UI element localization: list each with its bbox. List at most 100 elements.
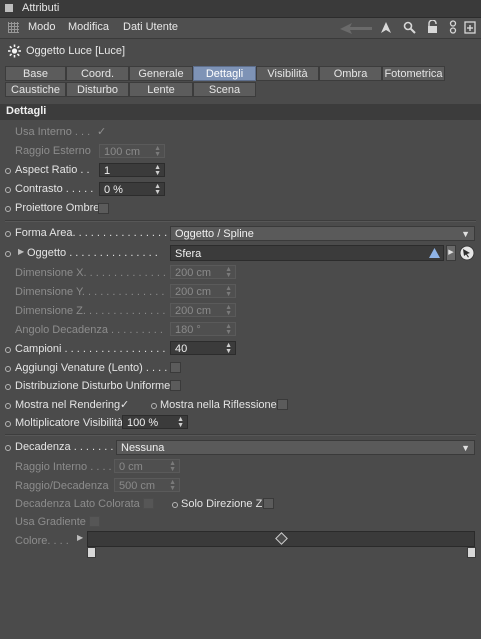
light-object-icon xyxy=(8,44,21,58)
usa-interno-check[interactable]: ✓ xyxy=(97,125,106,138)
tab-caustiche[interactable]: Caustiche xyxy=(5,82,66,97)
dim-z-label: Dimensione Z. . . . . . . . . . . . . . xyxy=(15,305,166,317)
raggio-decadenza-field[interactable]: 500 cm ▲ ▼ xyxy=(114,478,180,492)
tab-scena[interactable]: Scena xyxy=(193,82,256,97)
contrasto-field[interactable]: 0 % ▲ ▼ xyxy=(99,182,165,196)
distribuzione-anim-dot[interactable] xyxy=(5,384,11,390)
lock-icon[interactable] xyxy=(427,20,438,34)
raggio-esterno-field[interactable]: 100 cm ▲ ▼ xyxy=(99,144,165,158)
arrow-left-icon[interactable] xyxy=(338,21,374,35)
expand-arrow-icon[interactable]: ▶ xyxy=(18,247,24,256)
molt-visibilita-anim-dot[interactable] xyxy=(5,421,11,427)
dim-y-value: 200 cm xyxy=(175,286,212,298)
angolo-field[interactable]: 180 ° ▲ ▼ xyxy=(170,322,236,336)
raggio-interno-field[interactable]: 0 cm ▲ ▼ xyxy=(114,459,180,473)
tab-fotometrica[interactable]: Fotometrica xyxy=(382,66,445,81)
mostra-riflessione-checkbox[interactable] xyxy=(277,399,288,410)
divider xyxy=(5,434,476,436)
proiettore-ombre-anim-dot[interactable] xyxy=(5,206,11,212)
solo-direzione-label: Solo Direzione Z xyxy=(181,498,263,510)
usa-interno-label: Usa Interno . . . xyxy=(15,126,91,138)
window-icon xyxy=(5,4,13,12)
window-titlebar: Attributi xyxy=(0,0,481,18)
mostra-rendering-label: Mostra nel Rendering xyxy=(15,399,121,411)
dim-y-field[interactable]: 200 cm ▲ ▼ xyxy=(170,284,236,298)
decadenza-anim-dot[interactable] xyxy=(5,445,11,451)
raggio-esterno-value: 100 cm xyxy=(104,146,141,158)
gradient-knot-left[interactable] xyxy=(87,547,96,558)
forma-area-value: Oggetto / Spline xyxy=(175,228,254,240)
expand-arrow-icon[interactable]: ▶ xyxy=(77,533,83,542)
section-title: Dettagli xyxy=(6,105,47,117)
oggetto-label: Oggetto . . . . . . . . . . . . . . . xyxy=(27,247,158,259)
tab-base[interactable]: Base xyxy=(5,66,66,81)
dim-x-label: Dimensione X. . . . . . . . . . . . . . xyxy=(15,267,166,279)
colore-label: Colore. . . . xyxy=(15,535,69,547)
window-title: Attributi xyxy=(22,2,60,14)
dim-x-value: 200 cm xyxy=(175,267,212,279)
distribuzione-label: Distribuzione Disturbo Uniforme xyxy=(15,380,171,392)
cursor-icon[interactable] xyxy=(380,21,392,34)
distribuzione-checkbox[interactable] xyxy=(170,380,181,391)
mostra-riflessione-anim-dot[interactable] xyxy=(151,403,157,409)
section-header: Dettagli xyxy=(0,104,481,120)
menu-dati-utente[interactable]: Dati Utente xyxy=(123,21,178,33)
campioni-field[interactable]: 40 ▲ ▼ xyxy=(170,341,236,355)
mostra-rendering-check[interactable]: ✓ xyxy=(120,398,129,411)
aspect-ratio-field[interactable]: 1 ▲ ▼ xyxy=(99,163,165,177)
tab-coord[interactable]: Coord. xyxy=(66,66,129,81)
divider xyxy=(5,220,476,222)
contrasto-label: Contrasto . . . . . xyxy=(15,183,94,195)
gradient-knot-right[interactable] xyxy=(467,547,476,558)
tab-dettagli[interactable]: Dettagli xyxy=(193,66,256,81)
tab-disturbo[interactable]: Disturbo xyxy=(66,82,129,97)
menu-modifica[interactable]: Modifica xyxy=(68,21,109,33)
solo-direzione-checkbox[interactable] xyxy=(263,498,274,509)
contrasto-anim-dot[interactable] xyxy=(5,187,11,193)
chevron-down-icon: ▼ xyxy=(461,443,470,453)
dim-x-field[interactable]: 200 cm ▲ ▼ xyxy=(170,265,236,279)
menu-modo[interactable]: Modo xyxy=(28,21,56,33)
tab-generale[interactable]: Generale xyxy=(129,66,193,81)
raggio-interno-label: Raggio Interno . . . . xyxy=(15,461,112,473)
dim-z-field[interactable]: 200 cm ▲ ▼ xyxy=(170,303,236,317)
decadenza-lato-label: Decadenza Lato Colorata xyxy=(15,498,140,510)
tab-ombra[interactable]: Ombra xyxy=(319,66,382,81)
forma-area-dropdown[interactable]: Oggetto / Spline ▼ xyxy=(170,226,475,241)
oggetto-link-field[interactable]: Sfera xyxy=(170,245,444,261)
decadenza-dropdown[interactable]: Nessuna ▼ xyxy=(116,440,475,455)
menubar: Modo Modifica Dati Utente xyxy=(0,18,481,39)
raggio-decadenza-label: Raggio/Decadenza xyxy=(15,480,109,492)
proiettore-ombre-checkbox[interactable] xyxy=(98,203,109,214)
usa-gradiente-checkbox[interactable] xyxy=(89,516,100,527)
aspect-ratio-anim-dot[interactable] xyxy=(5,168,11,174)
solo-direzione-anim-dot[interactable] xyxy=(172,502,178,508)
decadenza-label: Decadenza . . . . . . . xyxy=(15,441,114,453)
venature-checkbox[interactable] xyxy=(170,362,181,373)
link-menu-arrow-icon[interactable]: ▶ xyxy=(446,245,456,261)
search-icon[interactable] xyxy=(403,21,416,34)
hierarchy-icon[interactable] xyxy=(448,20,458,35)
decadenza-lato-checkbox[interactable] xyxy=(143,498,154,509)
grid-icon[interactable] xyxy=(8,22,19,33)
decadenza-value: Nessuna xyxy=(121,442,165,454)
angolo-label: Angolo Decadenza . . . . . . . . . xyxy=(15,324,163,336)
forma-area-anim-dot[interactable] xyxy=(5,231,11,237)
raggio-interno-value: 0 cm xyxy=(119,461,143,473)
angolo-value: 180 ° xyxy=(175,324,201,336)
tab-visibilita[interactable]: Visibilità xyxy=(256,66,319,81)
oggetto-anim-dot[interactable] xyxy=(5,251,11,257)
campioni-anim-dot[interactable] xyxy=(5,347,11,353)
contrasto-value: 0 % xyxy=(104,184,123,196)
venature-anim-dot[interactable] xyxy=(5,366,11,372)
molt-visibilita-field[interactable]: 100 % ▲ ▼ xyxy=(122,415,188,429)
raggio-decadenza-value: 500 cm xyxy=(119,480,156,492)
new-window-icon[interactable] xyxy=(464,21,476,34)
usa-gradiente-label: Usa Gradiente xyxy=(15,516,86,528)
proiettore-ombre-label: Proiettore Ombre xyxy=(15,202,100,214)
target-icon[interactable] xyxy=(459,245,475,261)
tab-lente[interactable]: Lente xyxy=(129,82,193,97)
molt-visibilita-label: Moltiplicatore Visibilità xyxy=(15,417,124,429)
mostra-rendering-anim-dot[interactable] xyxy=(5,403,11,409)
pick-object-icon[interactable] xyxy=(428,247,441,259)
